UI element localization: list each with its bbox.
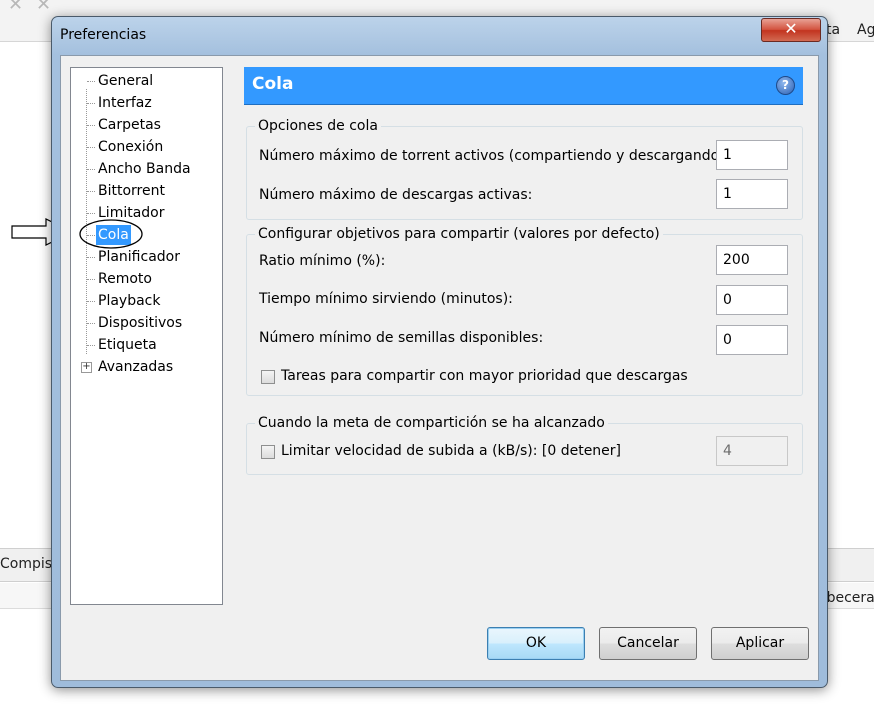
tree-connector: [87, 191, 95, 192]
tree-item-carpetas[interactable]: Carpetas: [96, 115, 163, 135]
tree-connector: [87, 103, 95, 104]
min-seeds-label: Número mínimo de semillas disponibles:: [259, 330, 544, 346]
seeding-goals-group: Configurar objetivos para compartir (val…: [246, 226, 803, 396]
background-tab[interactable]: Compis: [0, 556, 52, 572]
max-downloads-label: Número máximo de descargas activas:: [259, 187, 533, 203]
tree-connector: [87, 323, 95, 324]
seeding-goals-legend: Configurar objetivos para compartir (val…: [255, 226, 663, 242]
tree-item-conexion[interactable]: Conexión: [96, 137, 165, 157]
background-menu-text: ta: [826, 22, 841, 38]
tree-connector: [87, 279, 95, 280]
max-active-input[interactable]: 1: [716, 140, 788, 170]
annotation-ellipse-icon: [79, 219, 143, 249]
help-icon[interactable]: ?: [776, 76, 795, 95]
limit-upload-label[interactable]: Limitar velocidad de subida a (kB/s): [0…: [281, 443, 621, 459]
max-downloads-input[interactable]: 1: [716, 179, 788, 209]
category-tree[interactable]: General Interfaz Carpetas Conexión Ancho…: [70, 67, 223, 605]
tree-connector: [87, 257, 95, 258]
preferences-window: Preferencias ✕ General Interfaz Carpetas…: [51, 16, 828, 688]
seed-priority-checkbox[interactable]: [261, 370, 275, 384]
tree-connector: [87, 169, 95, 170]
queue-options-group: Opciones de cola Número máximo de torren…: [246, 118, 803, 220]
seed-priority-label[interactable]: Tareas para compartir con mayor priorida…: [281, 368, 688, 384]
background-close-icon: ✕: [8, 0, 24, 15]
expand-plus-icon[interactable]: +: [81, 362, 92, 373]
ratio-input[interactable]: 200: [716, 245, 788, 275]
ratio-label: Ratio mínimo (%):: [259, 253, 386, 269]
limit-upload-checkbox[interactable]: [261, 445, 275, 459]
tree-connector: [87, 213, 95, 214]
seed-time-input[interactable]: 0: [716, 285, 788, 315]
tree-item-ancho-banda[interactable]: Ancho Banda: [96, 159, 193, 179]
section-header: Cola ?: [244, 67, 803, 105]
min-seeds-input[interactable]: 0: [716, 325, 788, 355]
section-title: Cola: [252, 74, 294, 94]
max-active-label: Número máximo de torrent activos (compar…: [259, 148, 730, 164]
tree-item-dispositivos[interactable]: Dispositivos: [96, 313, 184, 333]
limit-upload-input[interactable]: 4: [716, 436, 788, 466]
ok-button[interactable]: OK: [487, 627, 585, 660]
tree-item-planificador[interactable]: Planificador: [96, 247, 182, 267]
tree-item-etiqueta[interactable]: Etiqueta: [96, 335, 159, 355]
tree-connector: [87, 147, 95, 148]
tree-item-bittorrent[interactable]: Bittorrent: [96, 181, 167, 201]
tree-connector: [87, 81, 95, 82]
tree-connector: [87, 125, 95, 126]
window-title: Preferencias: [60, 27, 147, 43]
tree-item-remoto[interactable]: Remoto: [96, 269, 154, 289]
tree-item-avanzadas[interactable]: Avanzadas: [96, 357, 175, 377]
tree-item-playback[interactable]: Playback: [96, 291, 162, 311]
seed-time-label: Tiempo mínimo sirviendo (minutos):: [259, 291, 513, 307]
dialog-client-area: General Interfaz Carpetas Conexión Ancho…: [60, 55, 819, 681]
close-button[interactable]: ✕: [761, 18, 821, 42]
tree-connector: [87, 345, 95, 346]
tree-item-interfaz[interactable]: Interfaz: [96, 93, 154, 113]
background-close-icon: ✕: [36, 0, 52, 15]
tree-connector: [87, 301, 95, 302]
apply-button[interactable]: Aplicar: [711, 627, 809, 660]
queue-options-legend: Opciones de cola: [255, 118, 381, 134]
goal-reached-group: Cuando la meta de compartición se ha alc…: [246, 415, 803, 475]
cancel-button[interactable]: Cancelar: [599, 627, 697, 660]
goal-reached-legend: Cuando la meta de compartición se ha alc…: [255, 415, 608, 431]
background-menu-text: Ag: [857, 22, 874, 38]
tree-item-general[interactable]: General: [96, 71, 155, 91]
